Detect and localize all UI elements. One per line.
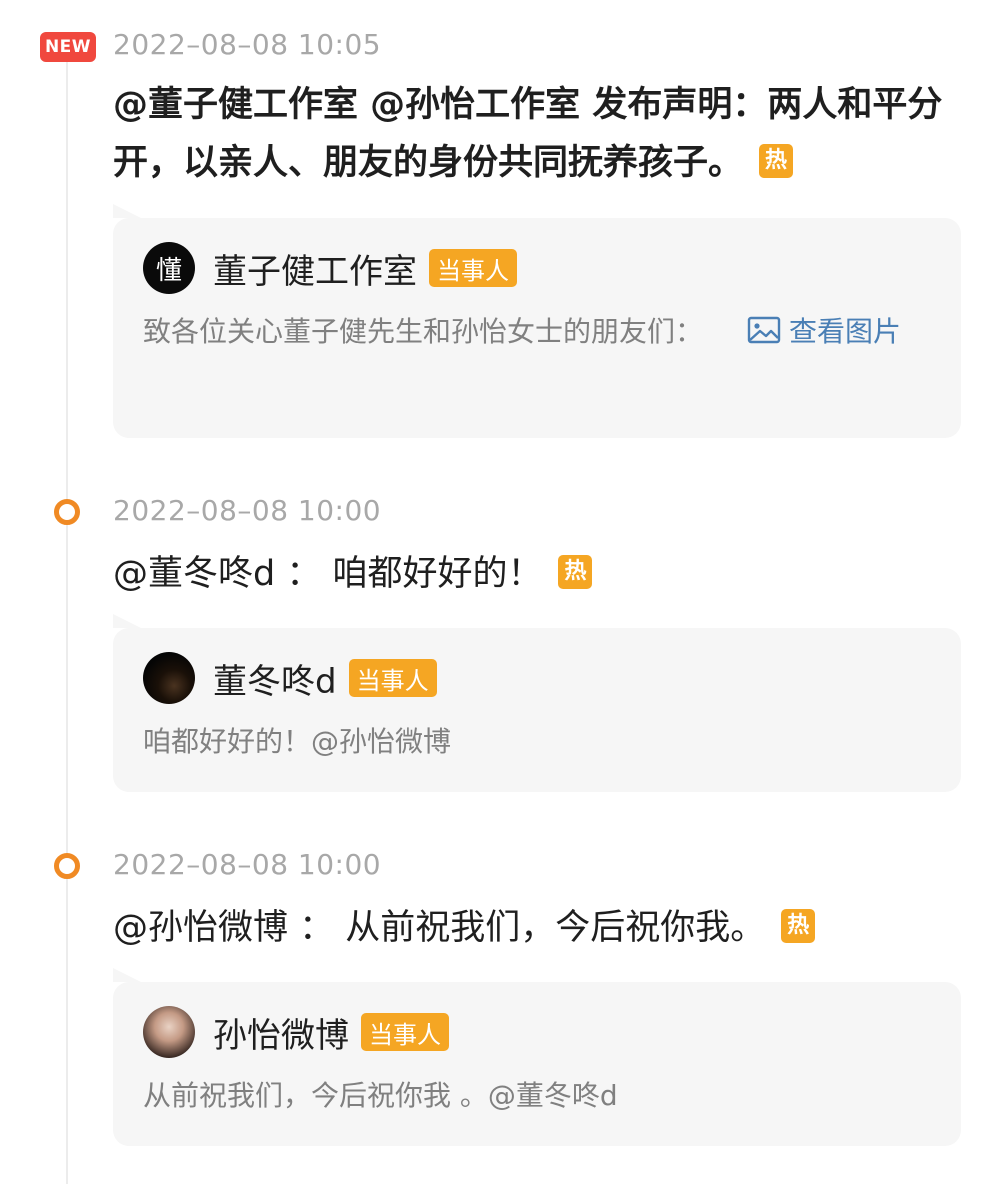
card-text: 从前祝我们，今后祝你我 。@董冬咚d	[143, 1079, 618, 1112]
headline-text[interactable]: @董子健工作室 @孙怡工作室 发布声明：两人和平分开，以亲人、朋友的身份共同抚养…	[113, 85, 942, 183]
new-badge: NEW	[40, 32, 96, 62]
card-text: 致各位关心董子健先生和孙怡女士的朋友们： 查看图片	[143, 304, 933, 360]
card-author: 懂 董子健工作室 当事人	[143, 242, 517, 294]
party-badge: 当事人	[361, 1013, 449, 1051]
timeline-dot-icon	[54, 499, 80, 525]
entry-headline[interactable]: @孙怡微博 ： 从前祝我们，今后祝你我。热	[113, 899, 963, 957]
card-author: 孙怡微博 当事人	[143, 1006, 449, 1058]
image-icon[interactable]	[747, 316, 781, 344]
card-author: 董冬咚d 当事人	[143, 652, 437, 704]
headline-text[interactable]: @孙怡微博 ： 从前祝我们，今后祝你我。	[113, 908, 765, 948]
news-timeline: NEW 2022–08–08 10:05 @董子健工作室 @孙怡工作室 发布声明…	[0, 0, 1000, 1184]
entry-headline[interactable]: @董子健工作室 @孙怡工作室 发布声明：两人和平分开，以亲人、朋友的身份共同抚养…	[113, 76, 963, 192]
hot-badge: 热	[558, 555, 593, 589]
quoted-post-card[interactable]: 孙怡微博 当事人 从前祝我们，今后祝你我 。@董冬咚d	[113, 968, 961, 1146]
author-name[interactable]: 董子健工作室	[213, 244, 417, 293]
timeline-line	[66, 58, 68, 1184]
avatar-logo-text: 懂	[155, 255, 182, 286]
entry-timestamp: 2022–08–08 10:00	[113, 848, 382, 881]
card-text-content: 致各位关心董子健先生和孙怡女士的朋友们：	[143, 315, 704, 348]
party-badge: 当事人	[429, 249, 517, 287]
hot-badge: 热	[759, 144, 794, 178]
avatar[interactable]: 懂	[143, 242, 195, 294]
entry-timestamp: 2022–08–08 10:00	[113, 494, 382, 527]
quoted-post-card[interactable]: 董冬咚d 当事人 咱都好好的！@孙怡微博	[113, 614, 961, 792]
card-text: 咱都好好的！@孙怡微博	[143, 725, 452, 758]
author-name[interactable]: 孙怡微博	[213, 1008, 349, 1057]
avatar[interactable]	[143, 652, 195, 704]
entry-timestamp: 2022–08–08 10:05	[113, 28, 382, 61]
timeline-dot-icon	[54, 853, 80, 879]
headline-text[interactable]: @董冬咚d ： 咱都好好的！	[113, 554, 542, 594]
party-badge: 当事人	[348, 659, 437, 697]
avatar[interactable]	[143, 1006, 195, 1058]
quoted-post-card[interactable]: 懂 董子健工作室 当事人 致各位关心董子健先生和孙怡女士的朋友们： 查看图片	[113, 204, 961, 438]
view-image-link[interactable]: 查看图片	[789, 315, 901, 348]
hot-badge: 热	[781, 909, 816, 943]
entry-headline[interactable]: @董冬咚d ： 咱都好好的！ 热	[113, 545, 963, 603]
author-name[interactable]: 董冬咚d	[213, 654, 337, 703]
